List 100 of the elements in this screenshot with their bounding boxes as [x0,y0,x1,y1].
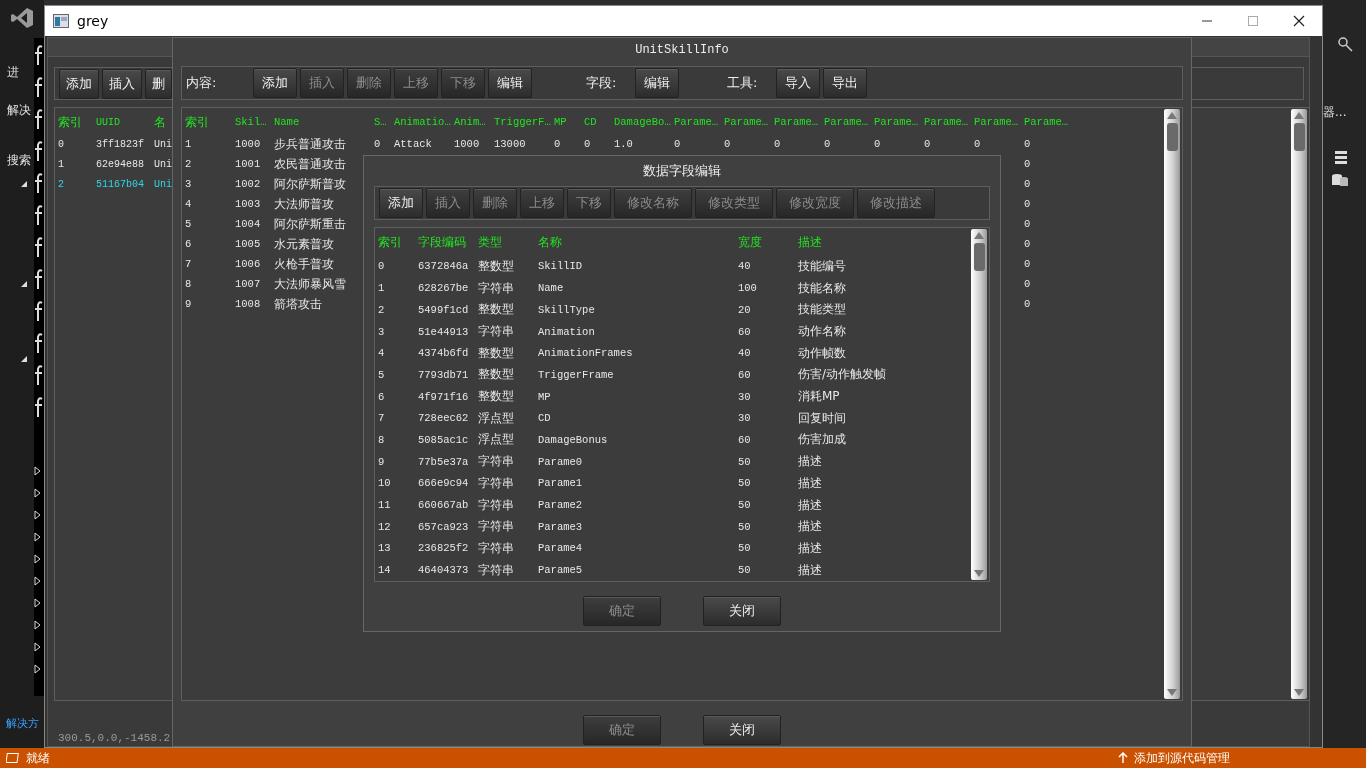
table-cell-text: SkillID [538,260,584,273]
table-cell-text: 8 [185,278,193,290]
column-header[interactable]: MP [554,116,584,128]
toolbar-label: 内容: [186,74,218,92]
table-cell-text: 0 [374,138,382,150]
table-cell-text: 50 [738,520,752,533]
column-header[interactable]: 描述 [798,234,948,252]
table-cell: Uni [154,158,172,170]
column-header[interactable]: Parame… [774,116,824,128]
scrollbar-thumb[interactable] [1166,123,1178,151]
table-cell-text: 浮点型 [478,431,515,449]
table-cell-text: 阿尔萨斯普攻 [274,175,347,193]
function-icon [34,236,44,258]
expander-icon [34,466,41,476]
toolbar-button[interactable]: 编辑 [635,68,679,98]
scrollbar-thumb[interactable] [1293,123,1305,151]
table-cell-text: 40 [738,260,752,273]
function-icon [34,76,44,98]
column-header[interactable]: Parame… [724,116,774,128]
expander-icon [34,532,41,542]
solution-explorer-tab[interactable]: 解决方 [6,716,39,731]
table-cell-text: 字符串 [478,279,515,297]
column-header[interactable]: Parame… [974,116,1024,128]
dialog-button[interactable]: 关闭 [703,596,781,626]
table-cell-text: 628267be [418,282,470,295]
toolbar-button[interactable]: 导入 [776,68,820,98]
list-icon [1333,150,1349,164]
column-header[interactable]: CD [584,116,614,128]
table-cell-text: 0 [554,138,562,150]
scrollbar[interactable] [971,229,987,580]
column-header[interactable]: 索引 [58,113,96,131]
table-cell-text: 46404373 [418,564,470,577]
toolbar-button[interactable]: 编辑 [488,68,532,98]
table-cell-text: 大法师普攻 [274,195,335,213]
column-header[interactable]: DamageBo… [614,116,674,128]
column-header[interactable]: 索引 [185,113,235,131]
table-cell-text: 3 [185,178,193,190]
table-cell-text: 字符串 [478,453,515,471]
column-header[interactable]: Name [274,116,374,128]
table-cell-text: 技能名称 [798,279,847,297]
toolbar-label: 工具: [727,74,759,92]
maximize-icon [1248,16,1258,26]
table-cell-text: 0 [1024,198,1032,210]
toolbar-button[interactable]: 添加 [59,68,99,99]
source-control-link[interactable]: 添加到源代码管理 [1134,749,1230,767]
column-header[interactable]: 名称 [538,234,738,252]
table-cell-text: 0 [58,138,65,150]
column-header[interactable]: 字段编码 [418,234,478,252]
column-header[interactable]: Anim… [454,116,494,128]
vs-logo-icon [10,6,34,30]
table-cell-text: 技能类型 [798,301,847,319]
table-cell-text: 描述 [798,539,823,557]
column-header[interactable]: S… [374,116,394,128]
table-cell-text: 0 [674,138,682,150]
table-cell-text: 60 [738,434,752,446]
column-header[interactable]: TriggerF… [494,116,554,128]
table-cell-text: 0 [1024,238,1032,250]
toolbar-button[interactable]: 添加 [253,68,297,98]
function-icon [34,300,44,322]
table-cell-text: 62e94e88 [96,158,145,170]
table-cell-text: 0 [824,138,832,150]
table-cell-text: 1 [378,282,386,295]
table-cell-text: 6 [378,390,386,403]
function-icon [34,108,44,130]
column-header[interactable]: Parame… [924,116,974,128]
column-header[interactable]: Parame… [1024,116,1074,128]
table-cell-text: 3ff1823f [96,138,145,150]
scrollbar-thumb[interactable] [973,243,985,271]
column-header[interactable]: Animatio… [394,116,454,128]
column-header[interactable]: Parame… [824,116,874,128]
expander-icon [34,642,41,652]
table-cell-text: 水元素普攻 [274,235,335,253]
column-header[interactable]: Parame… [674,116,724,128]
column-header[interactable]: 类型 [478,234,538,252]
column-header[interactable]: UUID [96,116,154,128]
dialog-button[interactable]: 关闭 [703,715,781,745]
toolbar-button[interactable]: 导出 [823,68,867,98]
scrollbar[interactable] [1291,109,1307,699]
toolbar-button[interactable]: 插入 [102,68,142,99]
table-cell-text: 字符串 [478,518,515,536]
column-header[interactable]: Parame… [874,116,924,128]
toolbar-button[interactable]: 添加 [379,188,423,218]
column-header[interactable]: Skil… [235,116,274,128]
table-cell-text: 13000 [494,138,527,150]
table-cell-text: 77b5e37a [418,455,470,468]
table-cell: Uni [154,138,172,150]
table-cell-text: 1007 [235,278,262,290]
toolbar-button[interactable]: 删 [145,68,172,99]
table-cell-text: 13 [378,542,392,555]
table-cell-text: 0 [1024,278,1032,290]
column-header[interactable]: 索引 [378,234,418,252]
table-cell-text: 动作帧数 [798,344,847,362]
column-header[interactable]: 名 [154,113,172,131]
scrollbar[interactable] [1164,109,1180,699]
table-cell-text: 6 [185,238,193,250]
expander-icon [34,598,41,608]
table-cell-text: 0 [1024,218,1032,230]
column-header[interactable]: 宽度 [738,234,798,252]
table-cell-text: 字符串 [478,323,515,341]
table-cell-text: 整数型 [478,388,515,406]
